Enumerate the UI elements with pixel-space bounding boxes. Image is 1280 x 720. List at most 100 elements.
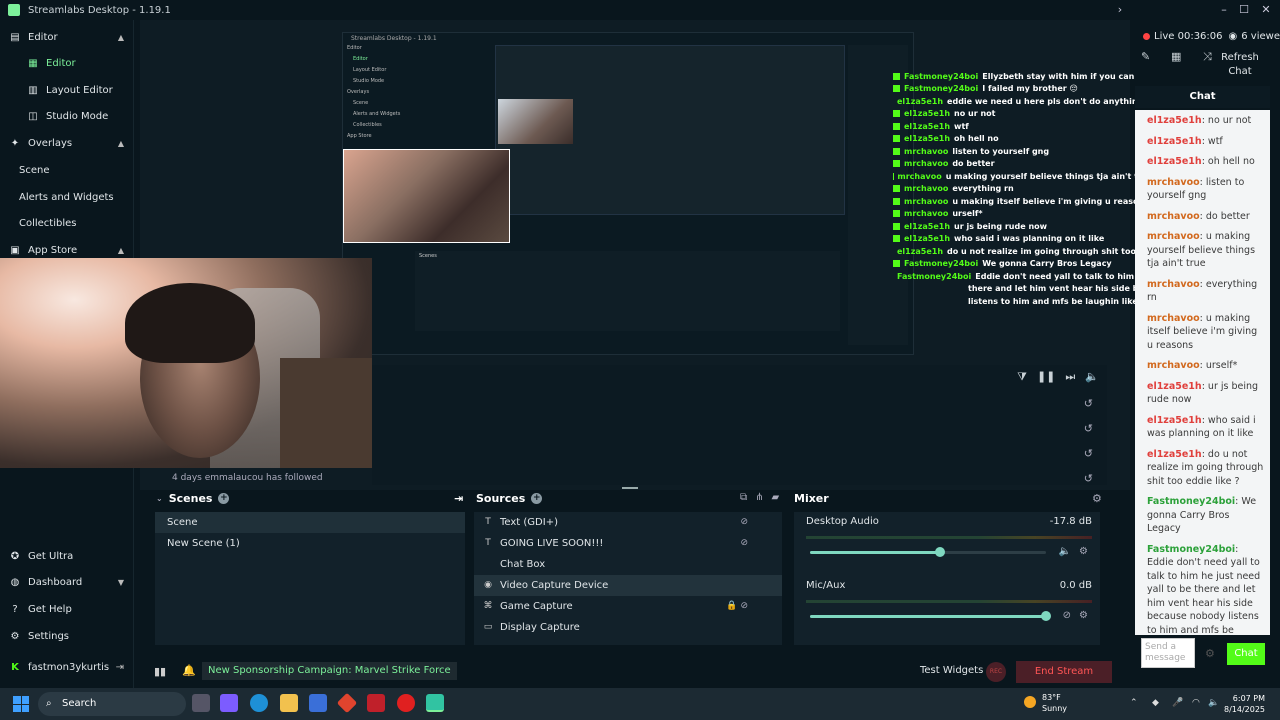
store-icon[interactable]	[309, 694, 327, 712]
send-chat-button[interactable]: Chat	[1227, 643, 1265, 665]
skip-icon[interactable]: ⏭	[1065, 370, 1075, 384]
task-view-icon[interactable]	[192, 694, 210, 712]
mixer-settings-icon[interactable]: ⚙	[1092, 492, 1102, 505]
tray-app-icon[interactable]: ◆	[1152, 698, 1159, 708]
volume-slider-knob[interactable]	[934, 547, 945, 557]
app-icon[interactable]	[397, 694, 415, 712]
edit-icon[interactable]: ✎	[1141, 50, 1150, 63]
end-stream-button[interactable]: End Stream	[1016, 661, 1112, 683]
preview-webcam-source[interactable]	[343, 149, 510, 243]
chat-username[interactable]: Fastmoney24boi	[1147, 544, 1235, 555]
sidebar-item-alerts-widgets[interactable]: Alerts and Widgets	[0, 186, 134, 208]
stream-preview[interactable]: Streamlabs Desktop - 1.19.1 Editor Edito…	[342, 32, 914, 355]
chat-username[interactable]: mrchavoo	[1147, 279, 1200, 290]
file-explorer-icon[interactable]	[280, 694, 298, 712]
app-icon[interactable]	[336, 692, 358, 714]
sidebar-item-layout-editor[interactable]: ▥ Layout Editor	[0, 79, 134, 101]
folder-icon[interactable]: ▰	[772, 492, 780, 503]
system-clock[interactable]: 6:07 PM 8/14/2025	[1224, 693, 1265, 715]
refresh-chat-button[interactable]: Refresh Chat	[1217, 51, 1263, 79]
stream-info-icon[interactable]: ▦	[1171, 50, 1181, 63]
source-item[interactable]: T GOING LIVE SOON!!! ⊘	[474, 533, 782, 554]
sidebar-item-get-ultra[interactable]: ✪ Get Ultra	[0, 545, 134, 567]
scene-item[interactable]: Scene	[155, 512, 465, 533]
replay-icon[interactable]: ↺	[1084, 447, 1093, 460]
windows-start-icon[interactable]	[13, 696, 29, 712]
add-scene-button[interactable]: +	[218, 493, 230, 504]
chat-username[interactable]: el1za5e1h	[1147, 449, 1202, 460]
share-icon[interactable]: ⤨	[1203, 50, 1212, 64]
chat-username[interactable]: mrchavoo	[1147, 177, 1200, 188]
replay-icon[interactable]: ↺	[1084, 397, 1093, 410]
record-button[interactable]: REC	[986, 662, 1006, 682]
volume-slider[interactable]	[810, 547, 1046, 557]
taskbar-search[interactable]: ⌕ Search	[38, 692, 186, 716]
source-item[interactable]: T Text (GDI+) ⊘	[474, 512, 782, 533]
close-button[interactable]: ✕	[1256, 2, 1276, 18]
sidebar-editor-header[interactable]: ▤ Editor ▲	[0, 26, 134, 48]
chat-username[interactable]: mrchavoo	[1147, 313, 1200, 324]
chat-username[interactable]: mrchavoo	[1147, 231, 1200, 242]
chat-username[interactable]: mrchavoo	[1147, 360, 1200, 371]
filter-icon[interactable]: ⧩	[1017, 370, 1027, 384]
notifications-icon[interactable]: 🔔	[182, 664, 196, 677]
minimize-button[interactable]: –	[1214, 2, 1234, 18]
mic-muted-icon[interactable]: ⊘	[1063, 610, 1071, 621]
edge-icon[interactable]	[250, 694, 268, 712]
chevron-up-icon[interactable]: ⌃	[1130, 698, 1138, 708]
copilot-icon[interactable]	[220, 694, 238, 712]
chevron-down-icon[interactable]: ⌄	[156, 494, 163, 503]
replay-icon[interactable]: ↺	[1084, 472, 1093, 485]
sidebar-user[interactable]: K fastmon3ykurtis ⇥	[0, 656, 134, 678]
sidebar-item-editor[interactable]: ▦ Editor	[0, 52, 134, 74]
wifi-icon[interactable]: ◠	[1192, 698, 1200, 708]
sponsorship-banner[interactable]: New Sponsorship Campaign: Marvel Strike …	[202, 662, 457, 680]
collapse-panel-icon[interactable]: ›	[1110, 2, 1130, 18]
gear-icon[interactable]: ⚙	[1079, 546, 1088, 557]
volume-icon[interactable]: 🔈	[1085, 370, 1099, 384]
source-group-icon[interactable]: ⋔	[755, 492, 763, 503]
source-item[interactable]: ▭ Display Capture	[474, 617, 782, 638]
performance-icon[interactable]: ▮▮	[154, 665, 166, 678]
scene-item[interactable]: New Scene (1)	[155, 533, 465, 554]
source-item[interactable]: ⌘ Game Capture 🔒 ⊘	[474, 596, 782, 617]
chat-username[interactable]: Fastmoney24boi	[1147, 496, 1235, 507]
maximize-button[interactable]: ☐	[1234, 2, 1254, 18]
resize-handle[interactable]	[622, 487, 638, 489]
test-widgets-button[interactable]: Test Widgets	[920, 665, 983, 676]
chat-username[interactable]: mrchavoo	[1147, 211, 1200, 222]
visibility-off-icon[interactable]: ⊘	[740, 533, 748, 554]
sidebar-item-collectibles[interactable]: Collectibles	[0, 212, 134, 234]
add-source-button[interactable]: +	[531, 493, 543, 504]
streamlabs-icon[interactable]	[426, 694, 444, 712]
mcafee-icon[interactable]	[367, 694, 385, 712]
source-item[interactable]: Chat Box	[474, 554, 782, 575]
speaker-icon[interactable]: 🔈	[1059, 546, 1071, 557]
lock-visibility-icons[interactable]: 🔒 ⊘	[726, 596, 748, 617]
chat-settings-icon[interactable]: ⚙	[1205, 647, 1215, 660]
chat-username[interactable]: el1za5e1h	[1147, 115, 1202, 126]
sidebar-item-scene[interactable]: Scene	[0, 159, 134, 181]
sidebar-item-dashboard[interactable]: ◍ Dashboard ▼	[0, 571, 134, 593]
source-properties-icon[interactable]: ⧉	[740, 492, 747, 503]
logout-icon[interactable]: ⇥	[116, 662, 124, 673]
sidebar-item-get-help[interactable]: ? Get Help	[0, 598, 134, 620]
gear-icon[interactable]: ⚙	[1079, 610, 1088, 621]
volume-slider[interactable]	[810, 611, 1051, 621]
pause-icon[interactable]: ❚❚	[1037, 370, 1055, 384]
visibility-off-icon[interactable]: ⊘	[740, 512, 748, 533]
weather-widget[interactable]: 83°F Sunny	[1024, 692, 1067, 714]
volume-slider-knob[interactable]	[1041, 611, 1051, 621]
replay-icon[interactable]: ↺	[1084, 422, 1093, 435]
volume-icon[interactable]: 🔈	[1208, 698, 1219, 708]
sidebar-item-studio-mode[interactable]: ◫ Studio Mode	[0, 105, 134, 127]
sidebar-overlays-header[interactable]: ✦ Overlays ▲	[0, 132, 134, 154]
source-item[interactable]: ◉ Video Capture Device	[474, 575, 782, 596]
microphone-icon[interactable]: 🎤	[1172, 698, 1183, 708]
chat-input[interactable]: Send a message	[1141, 638, 1195, 668]
chat-username[interactable]: el1za5e1h	[1147, 136, 1202, 147]
sidebar-item-settings[interactable]: ⚙ Settings	[0, 625, 134, 647]
chat-username[interactable]: el1za5e1h	[1147, 156, 1202, 167]
scene-transitions-icon[interactable]: ⇥	[454, 492, 463, 505]
chat-username[interactable]: el1za5e1h	[1147, 415, 1202, 426]
